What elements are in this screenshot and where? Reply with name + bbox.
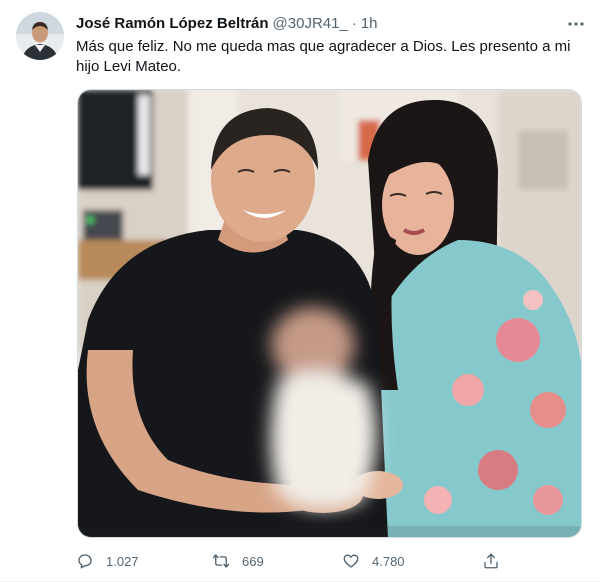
tweet-photo[interactable] bbox=[77, 89, 582, 538]
heart-icon bbox=[342, 552, 360, 570]
reply-icon bbox=[76, 552, 94, 570]
reply-button[interactable]: 1.027 bbox=[76, 550, 139, 572]
avatar[interactable] bbox=[16, 12, 64, 60]
reply-count: 1.027 bbox=[106, 553, 139, 569]
author-handle[interactable]: @30JR41_ bbox=[273, 14, 348, 34]
author-name[interactable]: José Ramón López Beltrán bbox=[76, 14, 269, 34]
like-button[interactable]: 4.780 bbox=[342, 550, 405, 572]
tweet-text: Más que feliz. No me queda mas que agrad… bbox=[76, 38, 571, 75]
share-button[interactable] bbox=[482, 550, 500, 572]
tweet-timestamp[interactable]: 1h bbox=[361, 14, 378, 34]
tweet-header: José Ramón López Beltrán @30JR41_ · 1h bbox=[76, 14, 544, 34]
tweet-card: José Ramón López Beltrán @30JR41_ · 1h M… bbox=[0, 0, 600, 582]
retweet-icon bbox=[212, 552, 230, 570]
separator-dot: · bbox=[351, 15, 357, 32]
tweet-actions: 1.027 669 4.780 bbox=[76, 550, 506, 572]
retweet-button[interactable]: 669 bbox=[212, 550, 264, 572]
retweet-count: 669 bbox=[242, 553, 264, 569]
share-icon bbox=[482, 552, 500, 570]
like-count: 4.780 bbox=[372, 553, 405, 569]
more-dots-icon[interactable] bbox=[566, 14, 586, 34]
